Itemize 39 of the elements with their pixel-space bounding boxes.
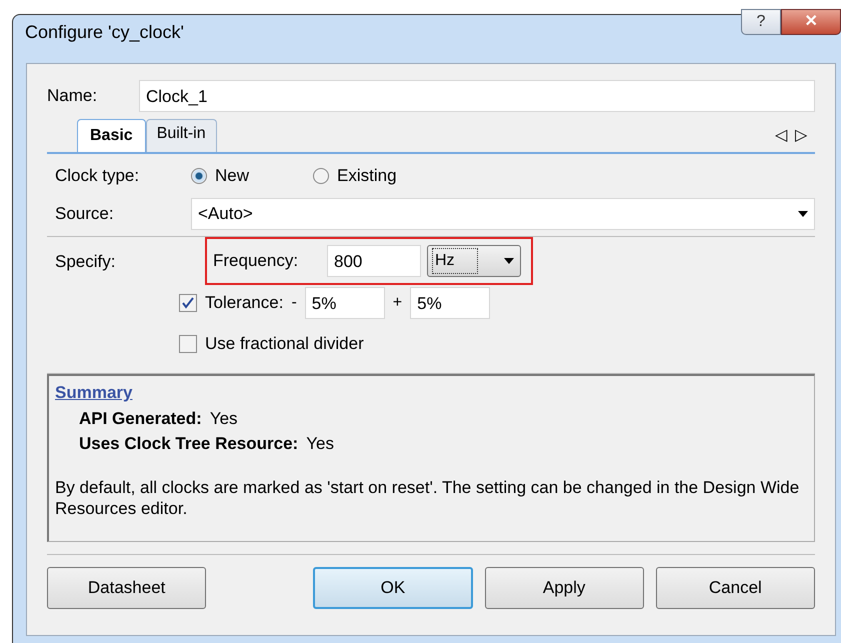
source-label: Source:	[55, 203, 115, 226]
plus-sign: +	[392, 293, 402, 313]
tab-scroll-arrow[interactable]: ▷	[795, 124, 807, 148]
fractional-divider-checkbox[interactable]	[179, 334, 197, 353]
clock-type-label: Clock type:	[55, 165, 140, 188]
radio-label: New	[215, 165, 250, 188]
radio-label: Existing	[337, 165, 397, 188]
summary-note: By default, all clocks are marked as 'start on reset'. The setting can be changed in the Design Wide Resources editor.	[55, 476, 800, 519]
help-button[interactable]: ?	[741, 9, 781, 35]
tab[interactable]: Built-in	[146, 119, 217, 152]
minus-tolerance-field[interactable]: 5%	[304, 287, 385, 319]
source-dropdown[interactable]: <Auto>	[191, 198, 815, 230]
minus-sign: -	[291, 293, 297, 313]
radio-button[interactable]	[313, 168, 330, 184]
tolerance-label: Tolerance:	[205, 292, 284, 314]
name-label: Name:	[47, 85, 98, 108]
dialog-button[interactable]: Datasheet	[47, 567, 206, 609]
tab[interactable]: Basic	[77, 119, 146, 152]
dialog-button[interactable]: OK	[313, 567, 472, 609]
unit-dropdown[interactable]: Hz	[427, 245, 521, 277]
summary-value: Yes	[210, 408, 238, 430]
dropdown-caret-icon	[798, 211, 808, 217]
summary-label: Uses Clock Tree Resource:	[79, 433, 298, 455]
dialog-button[interactable]: Apply	[484, 567, 644, 609]
dropdown-caret-icon	[504, 258, 514, 264]
frequency-label: Frequency:	[213, 250, 300, 272]
frequency-field[interactable]: 800	[327, 245, 421, 277]
radio-button[interactable]	[191, 168, 207, 184]
summary-value: Yes	[306, 433, 334, 455]
tab-scroll-arrow[interactable]: ◁	[775, 124, 787, 148]
fractional-divider-label: Use fractional divider	[205, 333, 364, 355]
dialog-button[interactable]: Cancel	[656, 567, 815, 609]
window-title: Configure 'cy_clock'	[25, 20, 184, 44]
name-field[interactable]: Clock_1	[139, 80, 815, 112]
summary-label: API Generated:	[79, 408, 202, 430]
specify-label: Specify:	[55, 252, 116, 271]
plus-tolerance-field[interactable]: 5%	[410, 287, 490, 319]
tolerance-checkbox[interactable]	[179, 294, 197, 312]
summary-link[interactable]: Summary	[55, 383, 132, 402]
